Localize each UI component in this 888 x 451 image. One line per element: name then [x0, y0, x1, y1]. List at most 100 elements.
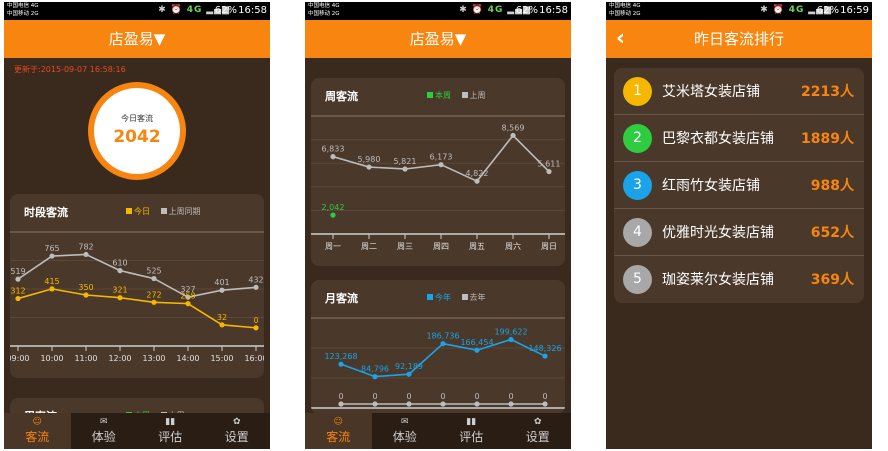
legend-prev[interactable]: 上周同期	[160, 207, 201, 216]
status-bar: 中国电信 4G 中国移动 2G ✱ ⏰ 4G ▂▄▆ 62% 16:58	[4, 2, 270, 20]
data-point-1	[49, 253, 55, 259]
chat-icon: ✉	[99, 417, 108, 427]
tab-evaluation[interactable]: ▮▮ 评估	[438, 413, 505, 449]
rank-badge: 5	[623, 265, 652, 294]
data-label-0: 272	[146, 290, 161, 299]
x-tick-label: 16:00	[244, 354, 264, 363]
data-point-0	[117, 295, 123, 301]
chart-legend: 今年 去年	[427, 292, 494, 303]
data-point-1	[510, 132, 516, 139]
face-icon: ☺	[333, 417, 343, 427]
data-label-0: 321	[112, 286, 127, 295]
data-point-0	[185, 301, 191, 307]
store-name: 优雅时光女装店铺	[662, 225, 774, 241]
data-point-1	[474, 401, 480, 407]
hourly-traffic-chart: 09:00 10:00 11:00 12:00 13:00 14:00 15:00 16:00…	[10, 231, 264, 363]
tab-experience[interactable]: ✉ 体验	[71, 413, 138, 449]
legend-this-week[interactable]: 本周	[427, 91, 451, 100]
back-arrow-icon[interactable]: ‹	[616, 20, 625, 58]
today-traffic-value: 2042	[113, 127, 161, 147]
data-label-0: 258	[180, 292, 195, 301]
x-tick-label: 14:00	[176, 354, 199, 363]
ranking-row[interactable]: 1 艾米塔女装店铺 2213人	[614, 68, 864, 115]
data-label-1: 0	[406, 392, 411, 401]
data-label-0: 92,189	[395, 362, 423, 371]
data-label-1: 432	[248, 275, 263, 284]
legend-this-year[interactable]: 今年	[427, 293, 451, 302]
ranking-title-bar: ‹ 昨日客流排行	[606, 20, 872, 58]
legend-today[interactable]: 今日	[126, 207, 150, 216]
data-point-0	[253, 325, 259, 331]
data-point-1	[117, 268, 123, 274]
tab-traffic[interactable]: ☺ 客流	[305, 413, 372, 449]
store-name: 红雨竹女装店铺	[662, 178, 760, 194]
data-point-0	[338, 361, 344, 367]
status-bar: 中国电信 4G 中国移动 2G ✱ ⏰ 4G ▂▄▆ 62% 16:59	[606, 2, 872, 20]
battery-level: 62%	[816, 5, 839, 16]
data-label-0: 350	[78, 283, 93, 292]
clock: 16:58	[238, 5, 267, 16]
app-title-dropdown[interactable]: 店盈易▼	[4, 20, 270, 58]
tab-settings[interactable]: ✿ 设置	[505, 413, 572, 449]
data-label-0: 148,326	[528, 344, 561, 353]
gear-icon: ✿	[232, 417, 241, 427]
data-label-1: 8,569	[502, 123, 525, 132]
rank-badge: 4	[623, 218, 652, 247]
data-point-1	[253, 284, 259, 290]
data-point-0	[219, 322, 225, 328]
carrier-info: 中国电信 4G 中国移动 2G	[7, 3, 39, 17]
legend-last-year[interactable]: 去年	[461, 293, 486, 302]
store-name: 珈姿莱尔女装店铺	[662, 272, 774, 288]
card-title: 月客流	[325, 292, 358, 305]
data-point-1	[546, 168, 552, 175]
x-tick-label: 周五	[469, 242, 485, 251]
store-name: 艾米塔女装店铺	[662, 84, 760, 100]
ranking-row[interactable]: 4 优雅时光女装店铺 652人	[614, 209, 864, 256]
clock: 16:59	[840, 5, 869, 16]
data-label-1: 782	[78, 242, 93, 251]
ranking-row[interactable]: 5 珈姿莱尔女装店铺 369人	[614, 256, 864, 303]
store-traffic-value: 369人	[810, 272, 854, 288]
card-title: 周客流	[325, 90, 358, 103]
weekly-traffic-card: 周客流 本周 上周 周一 周二 周三 周四 周五 周六 周日 6,833 5,980 5,821 6…	[311, 78, 565, 266]
data-label-1: 765	[44, 244, 59, 253]
tab-experience[interactable]: ✉ 体验	[372, 413, 439, 449]
x-tick-label: 10:00	[40, 354, 63, 363]
store-traffic-value: 652人	[810, 225, 854, 241]
tab-evaluation[interactable]: ▮▮ 评估	[137, 413, 204, 449]
chart-legend: 本周 上周	[427, 90, 494, 101]
rank-badge: 1	[623, 77, 652, 106]
data-label-1: 4,822	[466, 169, 489, 178]
data-label-0: 84,796	[361, 365, 389, 374]
tab-traffic[interactable]: ☺ 客流	[4, 413, 71, 449]
x-tick-label: 09:00	[10, 354, 30, 363]
data-point-1	[542, 401, 548, 407]
app-title-dropdown[interactable]: 店盈易▼	[305, 20, 571, 58]
tab-settings[interactable]: ✿ 设置	[204, 413, 271, 449]
phone-screen-weekly-monthly: 中国电信 4G 中国移动 2G ✱ ⏰ 4G ▂▄▆ 62% 16:58 店盈易…	[305, 2, 571, 449]
legend-last-week[interactable]: 上周	[461, 91, 486, 100]
data-point-0	[440, 341, 446, 347]
bar-chart-icon: ▮▮	[165, 417, 176, 427]
updated-timestamp: 更新于:2015-09-07 16:58:16	[14, 65, 126, 74]
data-point-0	[542, 353, 548, 359]
data-point-1	[372, 401, 378, 407]
carrier-info: 中国电信 4G 中国移动 2G	[609, 3, 641, 17]
x-tick-label: 周四	[433, 242, 449, 251]
data-label-0: 415	[44, 277, 59, 286]
data-label-1: 0	[338, 392, 343, 401]
monthly-traffic-card: 月客流 今年 去年 0 0 0 0 0 0 0 123,268 84,796 92,189 186,…	[311, 280, 565, 414]
data-label-1: 401	[214, 278, 229, 287]
data-point-1	[438, 162, 444, 168]
data-label-1: 0	[372, 392, 377, 401]
rank-badge: 2	[623, 124, 652, 153]
data-point-0	[15, 295, 21, 302]
x-tick-label: 11:00	[74, 354, 97, 363]
data-label-1: 5,821	[394, 157, 417, 166]
ranking-row[interactable]: 3 红雨竹女装店铺 988人	[614, 162, 864, 209]
ranking-row[interactable]: 2 巴黎衣都女装店铺 1889人	[614, 115, 864, 162]
data-label-0: 312	[10, 287, 25, 296]
x-tick-label: 周六	[505, 241, 521, 251]
data-label-1: 0	[474, 392, 479, 401]
data-label-1: 610	[112, 259, 127, 268]
